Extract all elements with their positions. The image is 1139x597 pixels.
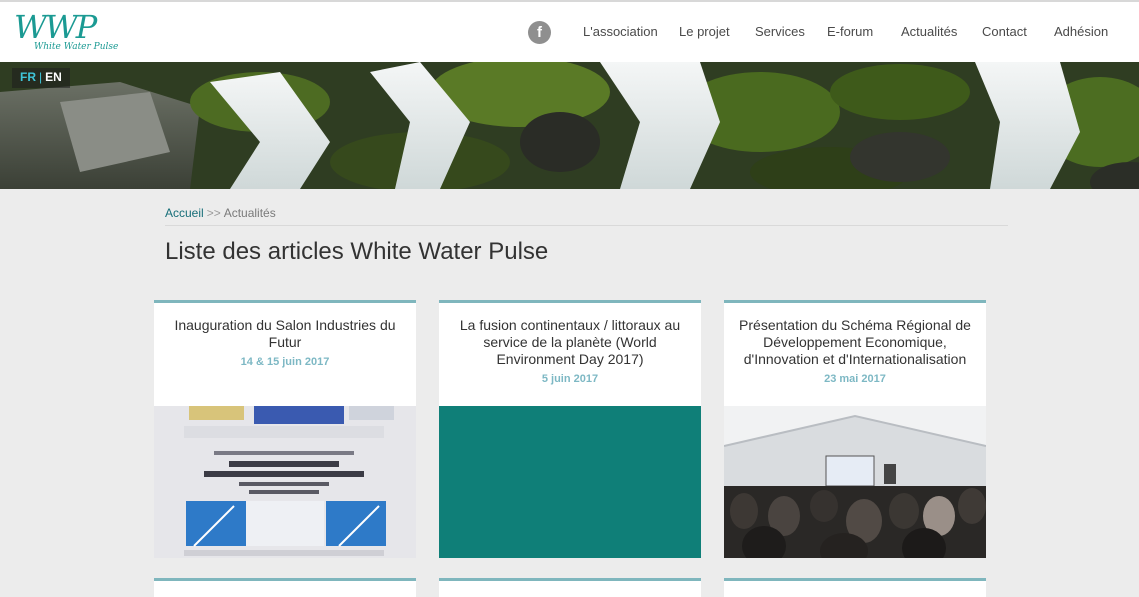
logo-letters: WWP	[14, 8, 97, 46]
article-title[interactable]: Présentation du Schéma Régional de Dével…	[734, 317, 976, 368]
page-title: Liste des articles White Water Pulse	[165, 238, 549, 265]
article-card-next[interactable]	[154, 578, 416, 597]
article-card[interactable]: Inauguration du Salon Industries du Futu…	[154, 300, 416, 558]
breadcrumb-separator: >>	[206, 206, 221, 220]
article-date: 5 juin 2017	[541, 373, 599, 385]
language-switcher: FR | EN	[12, 68, 70, 88]
nav-eforum[interactable]: E-forum	[827, 24, 873, 39]
lang-separator: |	[39, 70, 43, 84]
article-image[interactable]	[724, 406, 986, 558]
site-logo[interactable]: WWP White Water Pulse	[14, 8, 124, 58]
conference-photo-image	[724, 406, 986, 558]
article-date: 23 mai 2017	[824, 373, 886, 385]
logo-tagline: White Water Pulse	[34, 42, 119, 52]
nav-association[interactable]: L'association	[583, 24, 658, 39]
article-card-next[interactable]	[439, 578, 701, 597]
article-title[interactable]: Inauguration du Salon Industries du Futu…	[164, 317, 406, 351]
breadcrumb-home[interactable]: Accueil	[165, 206, 204, 220]
article-card[interactable]: La fusion continentaux / littoraux au se…	[439, 300, 701, 558]
teal-placeholder-image[interactable]	[439, 406, 701, 558]
lang-fr[interactable]: FR	[20, 70, 36, 84]
breadcrumb: Accueil >> Actualités	[165, 206, 1008, 226]
nav-services[interactable]: Services	[755, 24, 805, 39]
hero-waterfall-banner	[0, 62, 1139, 189]
lang-en[interactable]: EN	[45, 70, 62, 84]
nav-projet[interactable]: Le projet	[679, 24, 730, 39]
breadcrumb-current: Actualités	[223, 206, 276, 220]
article-card[interactable]: Présentation du Schéma Régional de Dével…	[724, 300, 986, 558]
article-card-next[interactable]	[724, 578, 986, 597]
article-date: 14 & 15 juin 2017	[240, 356, 330, 368]
waterfall-image	[0, 62, 1139, 189]
facebook-icon[interactable]: f	[528, 21, 551, 44]
article-title[interactable]: La fusion continentaux / littoraux au se…	[449, 317, 691, 368]
event-poster-image	[154, 406, 416, 558]
nav-adhesion[interactable]: Adhésion	[1054, 24, 1108, 39]
nav-actualites[interactable]: Actualités	[901, 24, 957, 39]
nav-contact[interactable]: Contact	[982, 24, 1027, 39]
article-image[interactable]	[154, 406, 416, 558]
site-header: WWP White Water Pulse f L'association Le…	[0, 0, 1139, 62]
